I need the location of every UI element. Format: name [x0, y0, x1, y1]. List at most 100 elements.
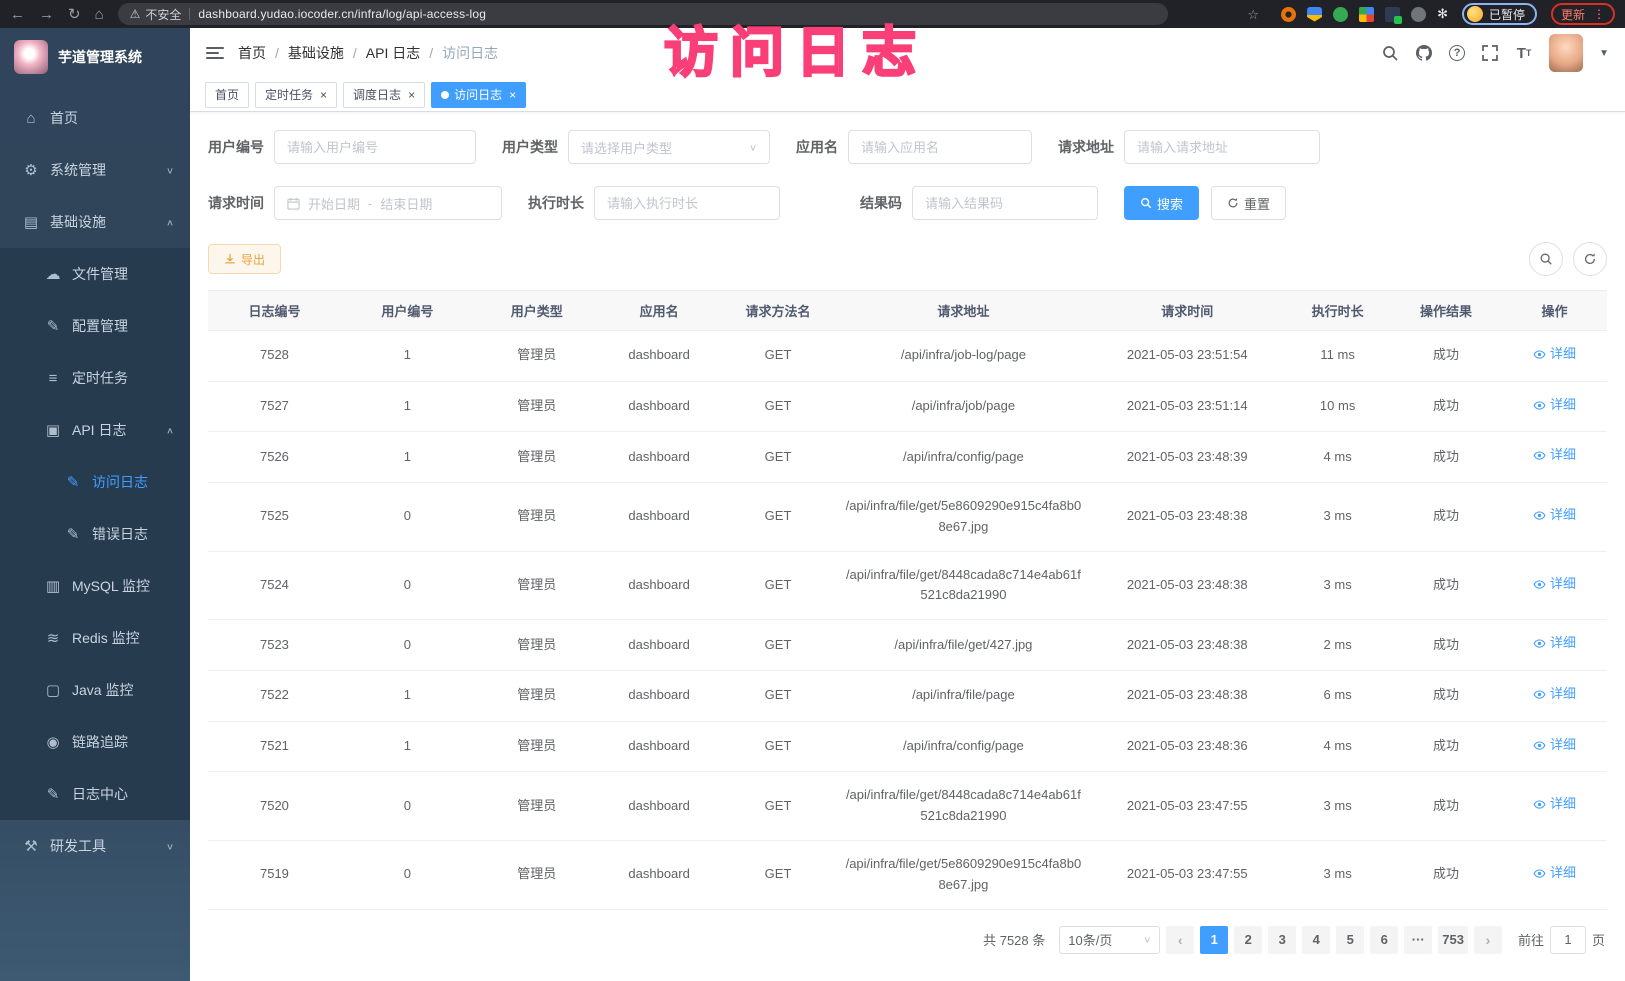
profile-paused-chip[interactable]: 已暂停: [1462, 3, 1537, 25]
translate-extension-icon[interactable]: [1385, 7, 1400, 22]
sidebar-item-label: 定时任务: [72, 368, 128, 388]
tab-调度日志[interactable]: 调度日志×: [343, 82, 425, 108]
result-code-field[interactable]: [912, 186, 1098, 220]
detail-link[interactable]: 详细: [1533, 344, 1576, 365]
page-button-753[interactable]: 753: [1438, 926, 1468, 954]
browser-back-icon[interactable]: ←: [10, 7, 25, 22]
sidebar-item-api-log[interactable]: ▣API 日志∧: [0, 404, 190, 456]
sidebar-item-gear[interactable]: ⚙系统管理∨: [0, 144, 190, 196]
browser-menu-dots-icon[interactable]: ⋮: [1593, 7, 1605, 21]
duration-label: 执行时长: [528, 193, 584, 213]
app-name-input[interactable]: [861, 140, 1019, 155]
duration-field[interactable]: [594, 186, 780, 220]
bookmark-star-icon[interactable]: ☆: [1247, 8, 1259, 21]
user-id-input[interactable]: [287, 140, 463, 155]
next-page-button[interactable]: ›: [1474, 926, 1502, 954]
browser-update-button[interactable]: 更新 ⋮: [1551, 3, 1615, 25]
sidebar-item-log-center[interactable]: ✎日志中心: [0, 768, 190, 820]
sidebar-item-job[interactable]: ≡定时任务: [0, 352, 190, 404]
result-code-input[interactable]: [925, 196, 1085, 211]
orange-extension-icon[interactable]: [1281, 7, 1296, 22]
refresh-button[interactable]: [1573, 242, 1607, 276]
duration-cell: 4 ms: [1285, 432, 1390, 483]
tab-首页[interactable]: 首页: [205, 82, 249, 108]
page-size-select[interactable]: 10条/页 ∨: [1059, 926, 1160, 954]
shield-extension-icon[interactable]: [1307, 7, 1322, 22]
toggle-search-button[interactable]: [1529, 242, 1563, 276]
font-size-icon[interactable]: TT: [1515, 44, 1533, 62]
fullscreen-icon[interactable]: [1481, 44, 1499, 62]
detail-link[interactable]: 详细: [1533, 633, 1576, 654]
search-button[interactable]: 搜索: [1124, 186, 1199, 220]
page-button-2[interactable]: 2: [1234, 926, 1262, 954]
detail-link[interactable]: 详细: [1533, 863, 1576, 884]
app-name-cell: dashboard: [600, 670, 719, 721]
help-icon[interactable]: ?: [1449, 45, 1465, 61]
breadcrumb-item[interactable]: 基础设施: [288, 43, 344, 63]
request-url-field[interactable]: [1124, 130, 1320, 164]
detail-link[interactable]: 详细: [1533, 794, 1576, 815]
github-icon[interactable]: [1415, 44, 1433, 62]
detail-link[interactable]: 详细: [1533, 505, 1576, 526]
browser-forward-icon[interactable]: →: [39, 7, 54, 22]
sidebar-item-home[interactable]: ⌂首页: [0, 92, 190, 144]
browser-home-icon[interactable]: ⌂: [95, 7, 104, 22]
more-pages-button[interactable]: ···: [1404, 926, 1432, 954]
page-button-5[interactable]: 5: [1336, 926, 1364, 954]
address-bar[interactable]: ⚠ 不安全 dashboard.yudao.iocoder.cn/infra/l…: [118, 3, 1168, 25]
sidebar-logo[interactable]: 芋道管理系统: [0, 28, 190, 84]
close-icon[interactable]: ×: [320, 88, 327, 102]
export-button[interactable]: 导出: [208, 244, 281, 274]
tab-label: 访问日志: [454, 86, 502, 103]
detail-link-label: 详细: [1550, 735, 1576, 756]
page-button-6[interactable]: 6: [1370, 926, 1398, 954]
prev-page-button[interactable]: ‹: [1166, 926, 1194, 954]
puzzle-extension-icon[interactable]: [1411, 7, 1426, 22]
sidebar-item-java[interactable]: ▢Java 监控: [0, 664, 190, 716]
sidebar-item-config[interactable]: ✎配置管理: [0, 300, 190, 352]
page-button-1[interactable]: 1: [1200, 926, 1228, 954]
sidebar-item-redis[interactable]: ≋Redis 监控: [0, 612, 190, 664]
sidebar-item-error-log[interactable]: ✎错误日志: [0, 508, 190, 560]
browser-reload-icon[interactable]: ↻: [68, 7, 81, 22]
sidebar-item-label: 日志中心: [72, 784, 128, 804]
detail-link[interactable]: 详细: [1533, 735, 1576, 756]
sidebar-item-trace[interactable]: ◉链路追踪: [0, 716, 190, 768]
page-button-4[interactable]: 4: [1302, 926, 1330, 954]
detail-link[interactable]: 详细: [1533, 395, 1576, 416]
user-avatar[interactable]: [1549, 34, 1583, 72]
security-warning[interactable]: ⚠ 不安全: [130, 6, 182, 23]
breadcrumb-item[interactable]: 首页: [238, 43, 266, 63]
sidebar-item-infra[interactable]: ▤基础设施∧: [0, 196, 190, 248]
app-name-field[interactable]: [848, 130, 1032, 164]
sidebar-item-file[interactable]: ☁文件管理: [0, 248, 190, 300]
detail-link[interactable]: 详细: [1533, 684, 1576, 705]
close-icon[interactable]: ×: [408, 88, 415, 102]
tab-定时任务[interactable]: 定时任务×: [255, 82, 337, 108]
breadcrumb-item[interactable]: API 日志: [366, 43, 420, 63]
caret-down-icon[interactable]: ▼: [1599, 48, 1609, 59]
sidebar-item-access-log[interactable]: ✎访问日志: [0, 456, 190, 508]
goto-page-input[interactable]: [1550, 926, 1586, 954]
hamburger-icon[interactable]: [206, 47, 224, 59]
tab-访问日志[interactable]: 访问日志 ×: [431, 82, 526, 108]
green-extension-icon[interactable]: [1333, 7, 1348, 22]
sidebar-item-tools[interactable]: ⚒研发工具∨: [0, 820, 190, 872]
page-button-3[interactable]: 3: [1268, 926, 1296, 954]
request-url-input[interactable]: [1137, 140, 1307, 155]
user-id-field[interactable]: [274, 130, 476, 164]
paw-extension-icon[interactable]: ✻: [1437, 6, 1448, 22]
close-icon[interactable]: ×: [509, 88, 516, 102]
config-icon: ✎: [42, 317, 64, 335]
search-icon[interactable]: [1381, 44, 1399, 62]
request-time-range-picker[interactable]: 开始日期 - 结束日期: [274, 186, 502, 220]
detail-link[interactable]: 详细: [1533, 445, 1576, 466]
user-type-select[interactable]: 请选择用户类型 ∨: [568, 130, 770, 164]
detail-link[interactable]: 详细: [1533, 574, 1576, 595]
sidebar-item-label: MySQL 监控: [72, 576, 150, 596]
duration-input[interactable]: [607, 196, 767, 211]
sidebar-item-mysql[interactable]: ▥MySQL 监控: [0, 560, 190, 612]
app-name-cell: dashboard: [600, 840, 719, 909]
reset-button[interactable]: 重置: [1211, 186, 1286, 220]
grid-extension-icon[interactable]: [1359, 7, 1374, 22]
